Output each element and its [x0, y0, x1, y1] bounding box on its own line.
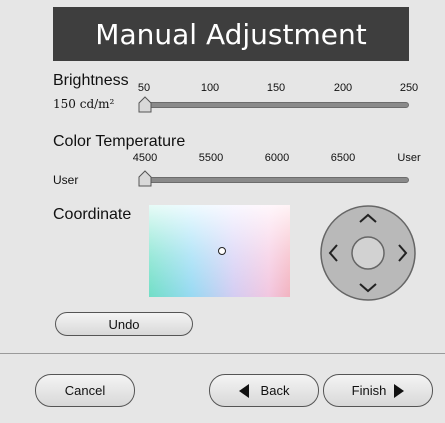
- brightness-tick: 200: [333, 82, 353, 94]
- finish-button-label: Finish: [351, 383, 387, 398]
- undo-button[interactable]: Undo: [55, 312, 193, 336]
- coordinate-label: Coordinate: [53, 206, 132, 223]
- dpad-center-button: [351, 236, 385, 270]
- color-temperature-label: Color Temperature: [53, 133, 186, 150]
- divider: [0, 353, 445, 354]
- cancel-button-label: Cancel: [64, 383, 106, 398]
- cancel-button[interactable]: Cancel: [35, 374, 135, 407]
- arrow-right-icon: [394, 383, 405, 398]
- color-temperature-tick: 6500: [330, 152, 356, 164]
- color-temperature-tick: 6000: [264, 152, 290, 164]
- arrow-left-icon: [238, 383, 249, 398]
- brightness-slider-track[interactable]: [139, 102, 409, 108]
- back-button-label: Back: [260, 383, 290, 398]
- color-temperature-slider-track[interactable]: [139, 177, 409, 183]
- brightness-slider-thumb[interactable]: [138, 96, 152, 113]
- color-temperature-tick: User: [397, 152, 421, 164]
- coordinate-color-pad[interactable]: [149, 205, 290, 297]
- color-temperature-tick: 4500: [132, 152, 158, 164]
- window-title: Manual Adjustment: [53, 7, 409, 61]
- brightness-tick: 250: [399, 82, 419, 94]
- coordinate-marker[interactable]: [218, 247, 227, 255]
- brightness-value: 150 cd/m²: [53, 97, 115, 111]
- direction-pad[interactable]: [319, 204, 417, 302]
- brightness-tick: 150: [266, 82, 286, 94]
- color-temperature-slider-thumb[interactable]: [138, 170, 152, 187]
- color-temperature-tick: 5500: [198, 152, 224, 164]
- brightness-tick: 100: [200, 82, 220, 94]
- brightness-tick: 50: [137, 82, 151, 94]
- undo-button-label: Undo: [108, 316, 140, 332]
- brightness-label: Brightness: [53, 72, 129, 89]
- back-button[interactable]: Back: [209, 374, 319, 407]
- color-temperature-value: User: [53, 173, 79, 187]
- finish-button[interactable]: Finish: [323, 374, 433, 407]
